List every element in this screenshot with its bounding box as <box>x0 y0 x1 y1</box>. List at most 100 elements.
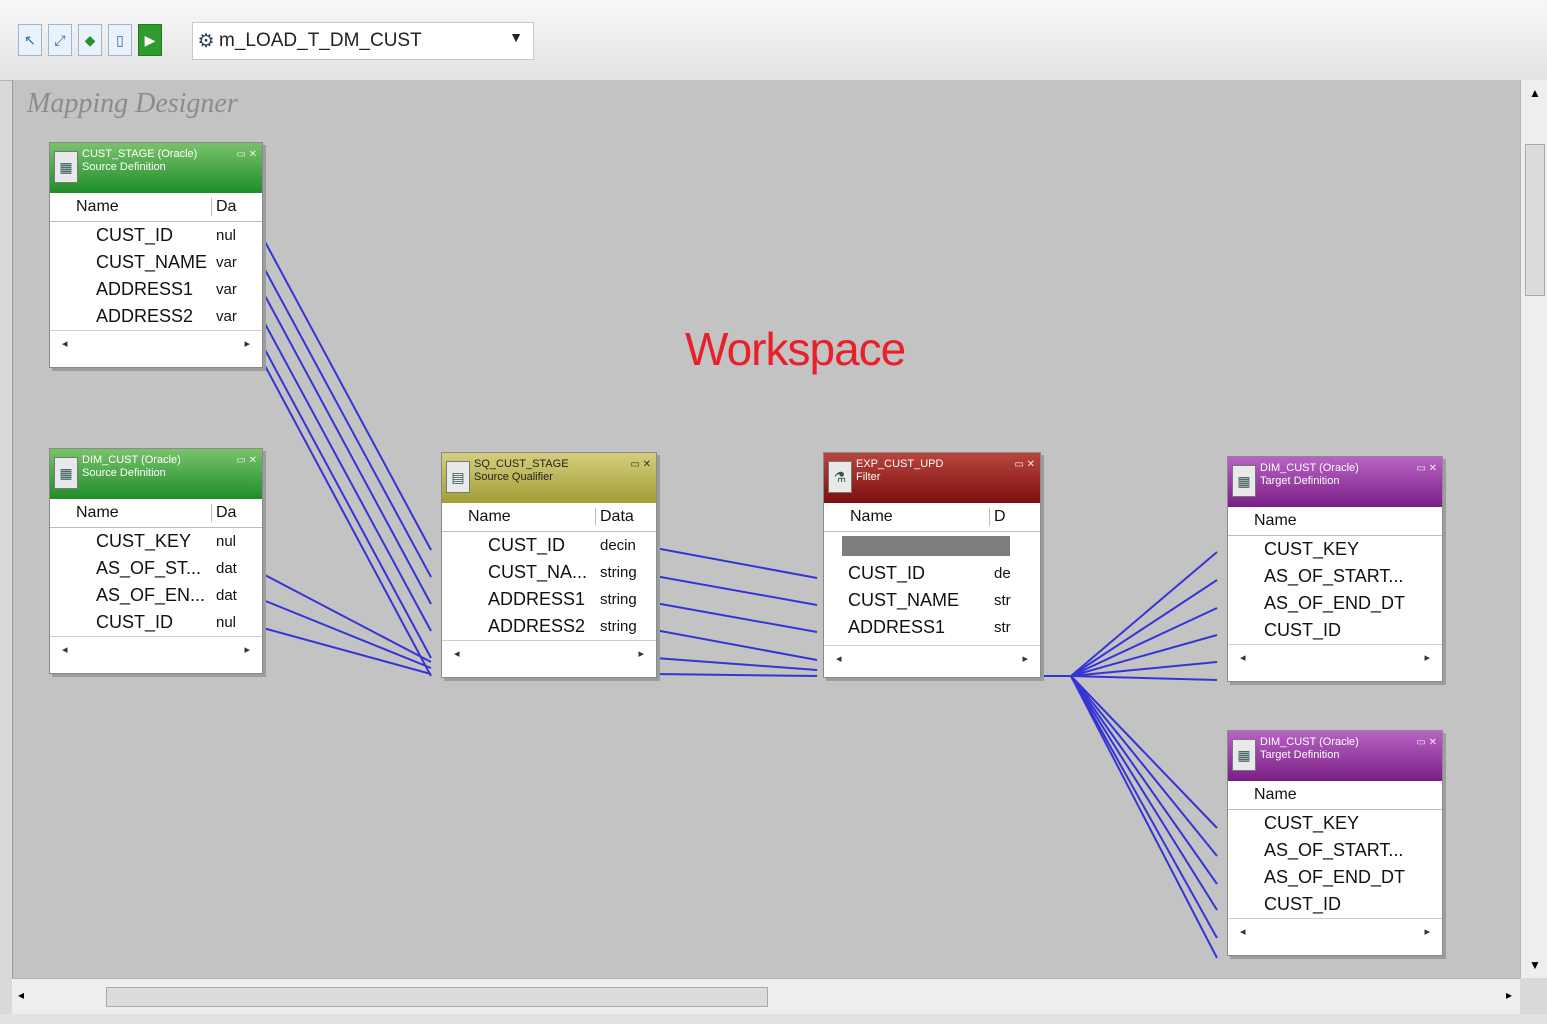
node-scrollbar[interactable]: ◂ ▸ <box>442 640 656 665</box>
port-name: CUST_ID <box>848 563 926 583</box>
scroll-right-icon[interactable]: ▸ <box>1424 651 1430 664</box>
node-scrollbar[interactable]: ◂ ▸ <box>1228 918 1442 943</box>
scroll-left-icon[interactable]: ◂ <box>18 988 24 1002</box>
selected-row[interactable] <box>842 536 1010 556</box>
source-definition-dim-cust[interactable]: ▦ DIM_CUST (Oracle) Source Definition ▭ ✕… <box>49 448 263 674</box>
node-header[interactable]: ▦ DIM_CUST (Oracle) Target Definition ▭ ✕ <box>1228 457 1442 507</box>
table-row[interactable]: CUST_ID de <box>824 560 1040 587</box>
table-row[interactable]: AS_OF_EN... dat <box>50 582 262 609</box>
table-row[interactable]: CUST_ID nul <box>50 609 262 636</box>
window-buttons-icon[interactable]: ▭ ✕ <box>1014 458 1035 471</box>
transformation-node[interactable]: ⚗ EXP_CUST_UPD Filter ▭ ✕ Name D CUST_ID de… <box>823 452 1041 678</box>
target-table-icon: ▦ <box>1232 465 1256 497</box>
scroll-left-icon[interactable]: ◂ <box>1240 651 1246 664</box>
node-title: SQ_CUST_STAGE <box>474 458 569 470</box>
table-row[interactable]: CUST_ID nul <box>50 222 262 249</box>
table-row[interactable]: CUST_NAME var <box>50 249 262 276</box>
table-row[interactable]: ADDRESS2 var <box>50 303 262 330</box>
node-scrollbar[interactable]: ◂ ▸ <box>50 636 262 661</box>
table-row[interactable]: ADDRESS1 string <box>442 586 656 613</box>
port-name: CUST_ID <box>96 225 174 245</box>
port-name: AS_OF_END_DT <box>1264 593 1406 613</box>
col-name-header[interactable]: Name <box>1228 786 1442 804</box>
col-name-header[interactable]: Name <box>1228 512 1442 530</box>
scroll-left-icon[interactable]: ◂ <box>62 643 68 656</box>
horizontal-scrollbar[interactable]: ◂ ▸ <box>12 978 1520 1015</box>
workspace-canvas[interactable]: Mapping Designer Workspace ▦ CUST_STAGE … <box>12 80 1521 978</box>
pointer-icon[interactable]: ↖ <box>18 24 42 56</box>
node-scrollbar[interactable]: ◂ ▸ <box>1228 644 1442 669</box>
window-buttons-icon[interactable]: ▭ ✕ <box>630 458 651 471</box>
scroll-up-icon[interactable]: ▲ <box>1529 86 1541 100</box>
col-type-header[interactable]: Da <box>211 198 262 216</box>
table-row[interactable]: CUST_ID <box>1228 617 1442 644</box>
port-type: dat <box>216 587 237 604</box>
table-row[interactable]: AS_OF_START... <box>1228 563 1442 590</box>
port-name: ADDRESS2 <box>96 306 194 326</box>
table-row[interactable]: AS_OF_END_DT <box>1228 590 1442 617</box>
scroll-right-icon[interactable]: ▸ <box>1424 925 1430 938</box>
window-buttons-icon[interactable]: ▭ ✕ <box>1416 736 1437 749</box>
table-row[interactable]: ADDRESS1 str <box>824 614 1040 641</box>
table-row[interactable]: AS_OF_START... <box>1228 837 1442 864</box>
table-row[interactable]: AS_OF_ST... dat <box>50 555 262 582</box>
node-header[interactable]: ▦ DIM_CUST (Oracle) Target Definition ▭ ✕ <box>1228 731 1442 781</box>
window-buttons-icon[interactable]: ▭ ✕ <box>1416 462 1437 475</box>
port-type: nul <box>216 227 237 244</box>
col-name-header[interactable]: Name <box>442 508 595 526</box>
window-buttons-icon[interactable]: ▭ ✕ <box>236 148 257 161</box>
source-qualifier[interactable]: ▤ SQ_CUST_STAGE Source Qualifier ▭ ✕ Name… <box>441 452 657 678</box>
table-row[interactable]: CUST_NAME str <box>824 587 1040 614</box>
table-row[interactable]: CUST_KEY nul <box>50 528 262 555</box>
node-header[interactable]: ▦ CUST_STAGE (Oracle) Source Definition ▭… <box>50 143 262 193</box>
col-type-header[interactable]: Da <box>211 504 262 522</box>
node-header[interactable]: ▦ DIM_CUST (Oracle) Source Definition ▭ ✕ <box>50 449 262 499</box>
col-name-header[interactable]: Name <box>50 504 211 522</box>
node-header[interactable]: ▤ SQ_CUST_STAGE Source Qualifier ▭ ✕ <box>442 453 656 503</box>
qualifier-icon: ▤ <box>446 461 470 493</box>
toolbar-icons: ↖ ⤢ ◆ ▯ ▶ <box>18 24 162 56</box>
col-name-header[interactable]: Name <box>50 198 211 216</box>
scroll-left-icon[interactable]: ◂ <box>1240 925 1246 938</box>
table-row[interactable]: AS_OF_END_DT <box>1228 864 1442 891</box>
table-row[interactable]: ADDRESS2 string <box>442 613 656 640</box>
window-buttons-icon[interactable]: ▭ ✕ <box>236 454 257 467</box>
table-row[interactable]: CUST_NA... string <box>442 559 656 586</box>
node-scrollbar[interactable]: ◂ ▸ <box>50 330 262 355</box>
scroll-left-icon[interactable]: ◂ <box>454 647 460 660</box>
mapping-selector[interactable]: ⚙ m_LOAD_T_DM_CUST ▼ <box>192 22 534 60</box>
scroll-right-icon[interactable]: ▸ <box>1506 988 1512 1002</box>
target-definition-2[interactable]: ▦ DIM_CUST (Oracle) Target Definition ▭ ✕… <box>1227 730 1443 956</box>
scroll-right-icon[interactable]: ▸ <box>1022 652 1028 665</box>
table-row[interactable]: CUST_KEY <box>1228 536 1442 563</box>
mapping-selector-value: m_LOAD_T_DM_CUST <box>219 30 422 51</box>
page-icon[interactable]: ▯ <box>108 24 132 56</box>
horizontal-scroll-thumb[interactable] <box>106 987 768 1007</box>
scroll-right-icon[interactable]: ▸ <box>638 647 644 660</box>
target-definition-1[interactable]: ▦ DIM_CUST (Oracle) Target Definition ▭ ✕… <box>1227 456 1443 682</box>
scroll-left-icon[interactable]: ◂ <box>62 337 68 350</box>
link-icon[interactable]: ⤢ <box>48 24 72 56</box>
chevron-down-icon[interactable]: ▼ <box>509 29 523 45</box>
port-name: CUST_ID <box>96 612 174 632</box>
table-row[interactable]: CUST_KEY <box>1228 810 1442 837</box>
vertical-scrollbar[interactable]: ▲ ▼ <box>1520 80 1547 978</box>
col-type-header[interactable]: Data <box>595 508 656 526</box>
node-scrollbar[interactable]: ◂ ▸ <box>824 645 1040 670</box>
table-row[interactable]: CUST_ID <box>1228 891 1442 918</box>
scroll-down-icon[interactable]: ▼ <box>1529 958 1541 972</box>
port-name: CUST_NAME <box>96 252 208 272</box>
port-type: var <box>216 254 237 271</box>
node-header[interactable]: ⚗ EXP_CUST_UPD Filter ▭ ✕ <box>824 453 1040 503</box>
source-definition-cust-stage[interactable]: ▦ CUST_STAGE (Oracle) Source Definition ▭… <box>49 142 263 368</box>
table-row[interactable]: ADDRESS1 var <box>50 276 262 303</box>
col-name-header[interactable]: Name <box>824 508 989 526</box>
scroll-right-icon[interactable]: ▸ <box>244 643 250 656</box>
col-type-header[interactable]: D <box>989 508 1040 526</box>
scroll-left-icon[interactable]: ◂ <box>836 652 842 665</box>
cube-icon[interactable]: ◆ <box>78 24 102 56</box>
scroll-right-icon[interactable]: ▸ <box>244 337 250 350</box>
vertical-scroll-thumb[interactable] <box>1525 144 1545 296</box>
run-icon[interactable]: ▶ <box>138 24 162 56</box>
table-row[interactable]: CUST_ID decin <box>442 532 656 559</box>
